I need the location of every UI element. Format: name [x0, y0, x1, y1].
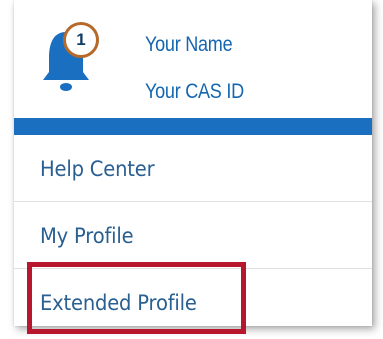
menu-item-label: Help Center: [40, 157, 155, 181]
account-header: 1 Your Name Your CAS ID: [14, 0, 372, 118]
user-name: Your Name: [145, 33, 233, 56]
menu-item-my-profile[interactable]: My Profile: [14, 202, 372, 269]
menu-item-help-center[interactable]: Help Center: [14, 135, 372, 202]
menu-item-label: Extended Profile: [40, 291, 197, 315]
menu-item-extended-profile[interactable]: Extended Profile: [14, 269, 372, 326]
header-divider-bar: [14, 118, 372, 135]
menu-item-label: My Profile: [40, 224, 134, 248]
notification-count-badge[interactable]: 1: [63, 22, 99, 58]
user-cas-id: Your CAS ID: [145, 80, 244, 103]
account-dropdown-panel: 1 Your Name Your CAS ID Help Center My P…: [14, 0, 372, 326]
